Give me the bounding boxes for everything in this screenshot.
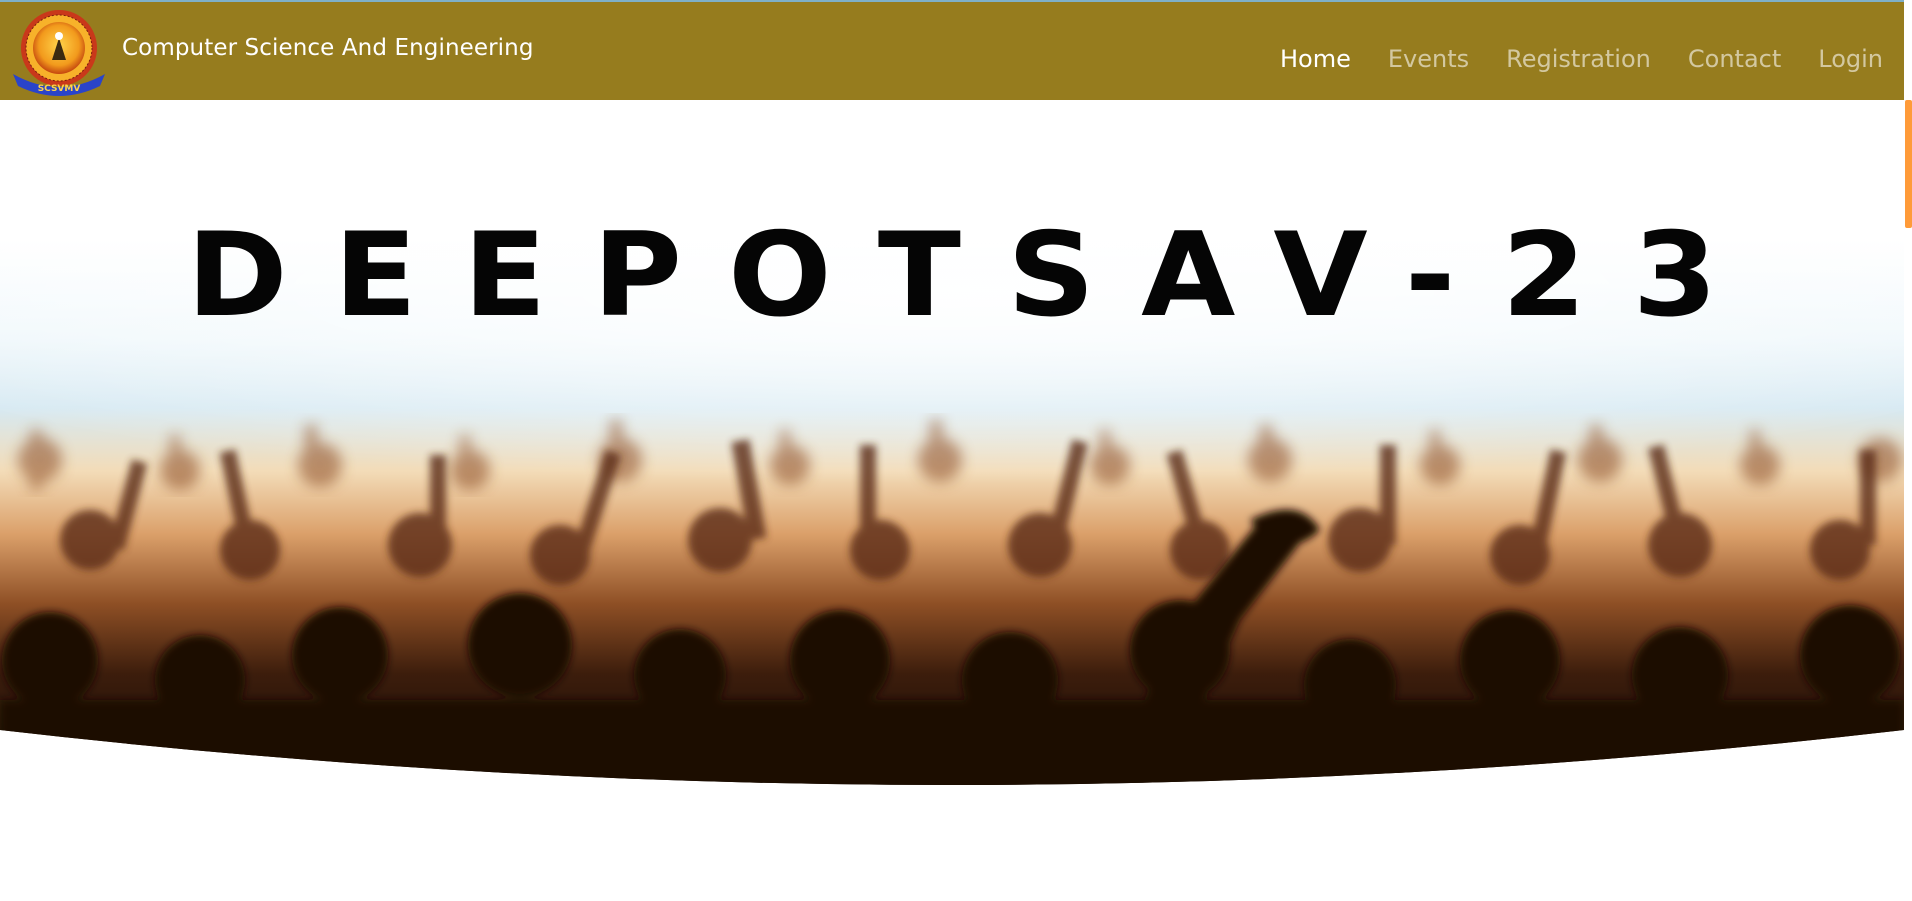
hero-title: DEEPOTSAV-23 (186, 208, 1764, 343)
navbar: SCSVMV Computer Science And Engineering … (0, 2, 1904, 100)
concert-crowd-image (0, 100, 1904, 785)
nav-home[interactable]: Home (1280, 42, 1351, 76)
scrollbar-thumb[interactable] (1905, 100, 1912, 228)
nav-contact[interactable]: Contact (1688, 42, 1781, 76)
nav-registration[interactable]: Registration (1506, 42, 1651, 76)
main-nav: Home Events Registration Contact Login (1280, 42, 1883, 76)
hero-banner: DEEPOTSAV-23 (0, 100, 1904, 800)
nav-login[interactable]: Login (1818, 42, 1883, 76)
page-scrollbar[interactable] (1904, 0, 1912, 901)
nav-events[interactable]: Events (1388, 42, 1469, 76)
brand-title[interactable]: Computer Science And Engineering (122, 34, 534, 62)
university-emblem-icon[interactable]: SCSVMV (8, 8, 110, 98)
logo-ribbon-text: SCSVMV (38, 84, 81, 94)
